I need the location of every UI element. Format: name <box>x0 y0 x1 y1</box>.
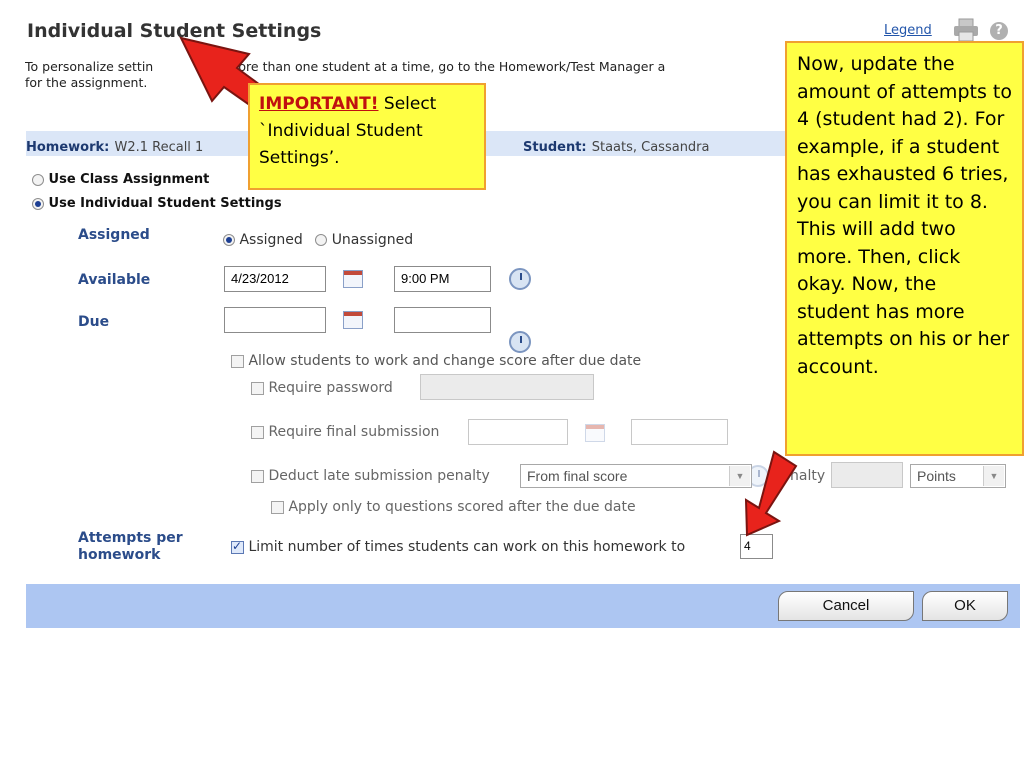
important-label: IMPORTANT! <box>259 94 379 114</box>
instruction-callout: Now, update the amount of attempts to 4 … <box>785 41 1024 456</box>
important-callout: IMPORTANT! Select `Individual Student Se… <box>248 83 486 190</box>
arrow-to-attempts-input <box>744 450 798 537</box>
